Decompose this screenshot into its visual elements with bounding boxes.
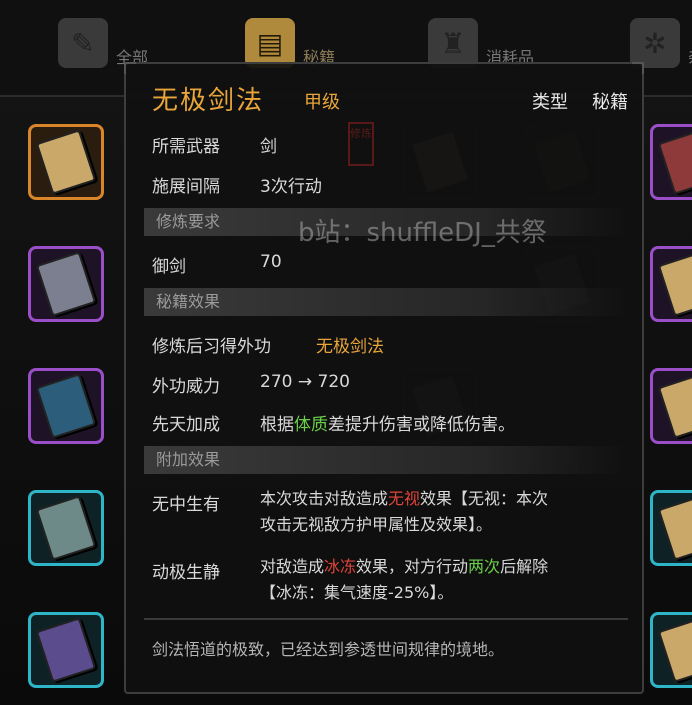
inventory-slot[interactable] <box>28 368 104 444</box>
cast-interval-label: 施展间隔 <box>152 177 220 197</box>
book-icon <box>657 251 692 317</box>
req-skill-value: 70 <box>260 252 282 272</box>
inventory-slot[interactable] <box>28 490 104 566</box>
book-icon <box>657 495 692 561</box>
desc-text: 效果【无视：本次 <box>420 489 549 508</box>
book-icon <box>657 129 692 195</box>
book-icon <box>35 617 97 683</box>
inventory-slot[interactable] <box>28 246 104 322</box>
req-skill-label: 御剑 <box>152 257 186 277</box>
inventory-slot[interactable] <box>650 490 692 566</box>
learn-skill-label: 修炼后习得外功 <box>152 337 271 357</box>
required-weapon-label: 所需武器 <box>152 137 220 157</box>
book-icon <box>35 129 97 195</box>
extra-effect-2-line2: 【冰冻：集气速度-25%】。 <box>260 583 454 602</box>
innate-text-post: 差提升伤害或降低伤害。 <box>328 415 515 435</box>
extra-effect-2-label: 动极生静 <box>152 563 220 583</box>
book-icon <box>657 617 692 683</box>
desc-text: 本次攻击对敌造成 <box>260 489 389 508</box>
book-icon <box>35 495 97 561</box>
desc-text: 效果，对方行动 <box>356 557 469 576</box>
watermark: b站：shuffleDJ_共祭 <box>298 218 547 248</box>
innate-bonus-label: 先天加成 <box>152 415 220 435</box>
learn-skill-value: 无极剑法 <box>316 337 384 357</box>
inventory-slot[interactable] <box>650 246 692 322</box>
desc-text: 对敌造成 <box>260 557 325 576</box>
extra-effect-2-line1: 对敌造成冰冻效果，对方行动两次后解除 <box>260 554 632 580</box>
panel-corner <box>632 62 644 74</box>
inventory-slot[interactable] <box>28 124 104 200</box>
power-value: 270 → 720 <box>260 372 350 392</box>
misc-icon: ✲ <box>630 18 680 68</box>
cultivate-seal: 修炼 <box>348 122 374 166</box>
cast-interval-value: 3次行动 <box>260 177 322 197</box>
item-tooltip: 无极剑法 甲级 类型 秘籍 所需武器 剑 修炼 施展间隔 3次行动 修炼要求 御… <box>124 62 644 694</box>
power-label: 外功威力 <box>152 377 220 397</box>
extra-effect-2-desc: 对敌造成冰冻效果，对方行动两次后解除 【冰冻：集气速度-25%】。 <box>260 554 632 606</box>
item-type-label: 类型 <box>532 92 568 113</box>
innate-attribute: 体质 <box>294 415 328 435</box>
extra-effect-1-desc: 本次攻击对敌造成无视效果【无视：本次 攻击无视敌方护甲属性及效果】。 <box>260 486 632 538</box>
book-icon: ▤ <box>245 18 295 68</box>
flavor-text: 剑法悟道的极致，已经达到参透世间规律的境地。 <box>152 640 505 659</box>
innate-bonus-desc: 根据体质差提升伤害或降低伤害。 <box>260 410 515 435</box>
section-effects: 秘籍效果 <box>144 288 628 316</box>
potion-icon: ♜ <box>428 18 478 68</box>
extra-effect-1-label: 无中生有 <box>152 495 220 515</box>
extra-effect-1-line2: 攻击无视敌方护甲属性及效果】。 <box>260 515 493 534</box>
panel-corner <box>124 62 136 74</box>
required-weapon-value: 剑 <box>260 137 277 157</box>
inventory-slot[interactable] <box>650 612 692 688</box>
keyword-ignore: 无视 <box>388 489 421 508</box>
book-icon <box>657 373 692 439</box>
scroll-icon: ✎ <box>58 18 108 68</box>
keyword-freeze: 冰冻 <box>324 557 357 576</box>
extra-effect-1-line1: 本次攻击对敌造成无视效果【无视：本次 <box>260 486 632 512</box>
desc-text: 后解除 <box>500 557 549 576</box>
innate-text-pre: 根据 <box>260 415 294 435</box>
book-icon <box>35 251 97 317</box>
inventory-slot[interactable] <box>28 612 104 688</box>
item-name: 无极剑法 <box>152 86 265 116</box>
tab-label: 杂 <box>688 44 692 68</box>
inventory-slot[interactable] <box>650 368 692 444</box>
item-grade: 甲级 <box>304 92 340 113</box>
section-extra-effects: 附加效果 <box>144 446 628 474</box>
divider <box>144 618 628 620</box>
inventory-slot[interactable] <box>650 124 692 200</box>
item-type-value: 秘籍 <box>592 92 628 113</box>
keyword-count: 两次 <box>468 557 501 576</box>
book-icon <box>35 373 97 439</box>
